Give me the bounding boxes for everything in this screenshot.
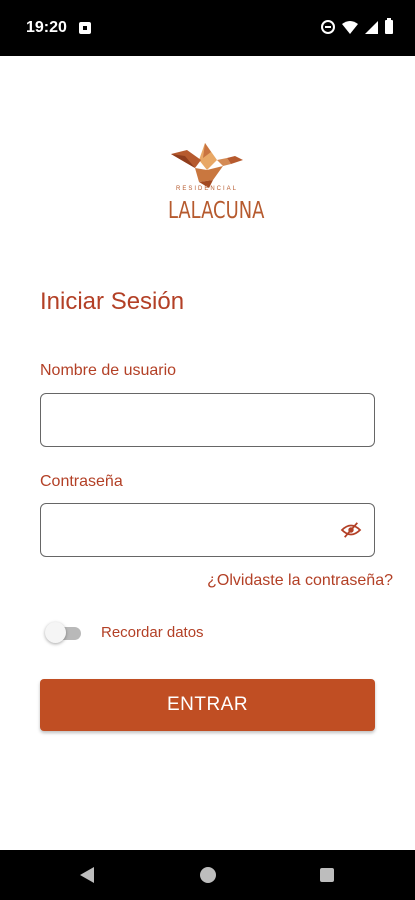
password-label: Contraseña — [40, 473, 123, 490]
forgot-password-link[interactable]: ¿Olvidaste la contraseña? — [207, 572, 393, 590]
remember-toggle[interactable] — [45, 622, 81, 643]
page-title: Iniciar Sesión — [40, 288, 185, 315]
password-field[interactable] — [40, 503, 375, 557]
signal-icon — [365, 20, 378, 34]
visibility-off-icon[interactable] — [340, 521, 362, 539]
status-bar: 19:20 — [0, 0, 415, 56]
status-icons — [321, 18, 393, 34]
username-label: Nombre de usuario — [40, 362, 177, 379]
remember-label: Recordar datos — [101, 624, 204, 641]
home-icon[interactable] — [200, 867, 216, 883]
recents-icon[interactable] — [320, 868, 334, 882]
wifi-icon — [342, 20, 358, 34]
username-field[interactable] — [40, 393, 375, 447]
status-time: 19:20 — [26, 19, 67, 36]
back-icon[interactable] — [80, 867, 94, 883]
password-input[interactable] — [41, 504, 374, 556]
login-button[interactable]: ENTRAR — [40, 679, 375, 731]
logo-subtitle: RESIDENCIAL — [175, 186, 238, 192]
logo-wordmark: LALACUNA — [168, 198, 265, 224]
navigation-bar — [0, 850, 415, 900]
username-input[interactable] — [41, 394, 374, 446]
battery-icon — [385, 18, 393, 34]
do-not-disturb-icon — [321, 20, 335, 34]
switch-thumb — [45, 622, 66, 643]
notification-icon — [79, 22, 91, 34]
